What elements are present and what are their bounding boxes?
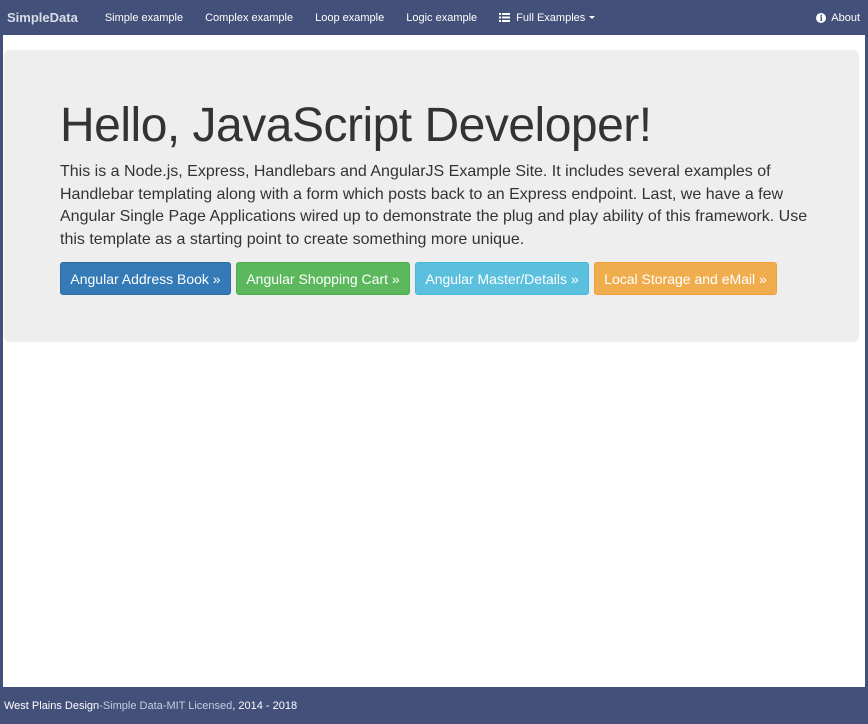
caret-down-icon [589, 16, 596, 19]
nav-logic-example[interactable]: Logic example [406, 12, 477, 24]
local-storage-email-button[interactable]: Local Storage and eMail » [594, 262, 777, 295]
nav-full-examples-dropdown[interactable]: Full Examples [499, 11, 596, 24]
button-row: Angular Address Book » Angular Shopping … [60, 262, 782, 295]
jumbotron: Hello, JavaScript Developer! This is a N… [4, 50, 859, 342]
footer-years: , 2014 - 2018 [232, 699, 298, 712]
angular-shopping-cart-button[interactable]: Angular Shopping Cart » [236, 262, 410, 295]
list-icon [499, 13, 511, 22]
nav-loop-example[interactable]: Loop example [315, 12, 384, 24]
nav-complex-example[interactable]: Complex example [205, 12, 293, 24]
info-icon: i [816, 12, 827, 23]
nav-simple-example[interactable]: Simple example [105, 12, 183, 24]
left-edge-strip [0, 360, 3, 687]
footer-license: MIT Licensed [166, 699, 233, 712]
about-label: About [831, 11, 860, 24]
full-examples-label: Full Examples [516, 11, 586, 24]
footer: West Plains Design - Simple Data - MIT L… [0, 687, 868, 724]
angular-address-book-button[interactable]: Angular Address Book » [60, 262, 231, 295]
page-title: Hello, JavaScript Developer! [60, 99, 652, 152]
main-content: Hello, JavaScript Developer! This is a N… [3, 35, 865, 687]
lead-text: This is a Node.js, Express, Handlebars a… [60, 163, 808, 248]
angular-master-details-button[interactable]: Angular Master/Details » [415, 262, 589, 295]
footer-product: Simple Data [102, 699, 163, 712]
nav-about[interactable]: i About [816, 12, 860, 24]
footer-company: West Plains Design [4, 699, 100, 712]
brand-link[interactable]: SimpleData [7, 10, 78, 25]
navbar: SimpleData Simple example Complex exampl… [0, 0, 868, 35]
